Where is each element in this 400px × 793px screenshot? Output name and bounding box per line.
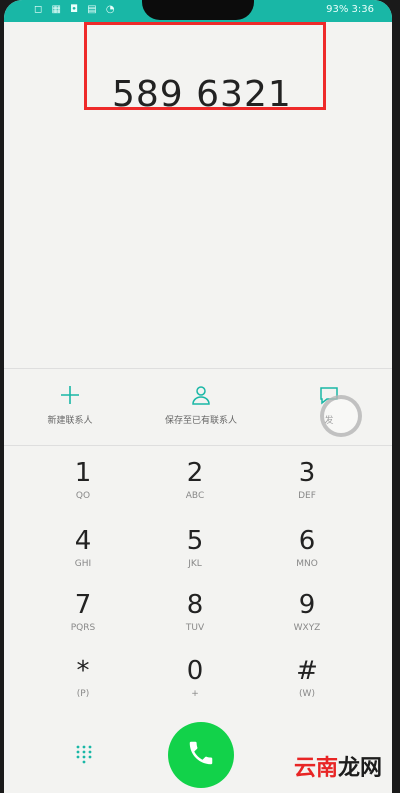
key-digit: 1: [74, 458, 92, 488]
dialpad-toggle-icon[interactable]: [74, 744, 94, 768]
key-3[interactable]: 3 DEF: [262, 444, 352, 504]
key-digit: 6: [298, 526, 316, 556]
key-1[interactable]: 1 QO: [38, 444, 128, 504]
key-letters: ABC: [185, 491, 205, 501]
key-star[interactable]: * (P): [38, 642, 128, 702]
key-letters: JKL: [188, 559, 202, 569]
key-digit: 9: [298, 590, 316, 620]
watermark-part2: 龙网: [337, 756, 382, 781]
key-letters: DEF: [298, 491, 316, 501]
new-contact-label: 新建联系人: [47, 416, 93, 426]
watermark: 云南龙网: [294, 750, 382, 782]
key-digit: 2: [186, 458, 204, 488]
touch-indicator: [320, 395, 362, 437]
key-8[interactable]: 8 TUV: [150, 576, 240, 636]
call-button[interactable]: [168, 722, 234, 788]
key-0[interactable]: 0 +: [150, 642, 240, 702]
key-9[interactable]: 9 WXYZ: [262, 576, 352, 636]
save-to-existing-contact-button[interactable]: 保存至已有联系人: [146, 369, 256, 445]
key-digit: 0: [186, 656, 204, 686]
new-contact-button[interactable]: 新建联系人: [30, 369, 110, 445]
key-6[interactable]: 6 MNO: [262, 512, 352, 572]
bottom-bar: 云南龙网: [4, 722, 392, 793]
key-digit: 8: [186, 590, 204, 620]
key-letters: (W): [299, 689, 315, 699]
key-digit: 3: [298, 458, 316, 488]
status-battery-time: 93% 3:36: [326, 4, 374, 15]
plus-icon: [30, 383, 110, 407]
key-7[interactable]: 7 PQRS: [38, 576, 128, 636]
key-letters: MNO: [296, 559, 318, 569]
key-letters: (P): [76, 689, 90, 699]
key-hash[interactable]: # (W): [262, 642, 352, 702]
watermark-part1: 云南: [293, 756, 338, 781]
person-icon: [146, 383, 256, 407]
highlight-box: [84, 22, 326, 110]
key-digit: 7: [74, 590, 92, 620]
key-4[interactable]: 4 GHI: [38, 512, 128, 572]
key-5[interactable]: 5 JKL: [150, 512, 240, 572]
key-digit: 5: [186, 526, 204, 556]
key-digit: 4: [74, 526, 92, 556]
key-2[interactable]: 2 ABC: [150, 444, 240, 504]
key-letters: PQRS: [70, 623, 96, 633]
status-icons: ◻ ▦ ◘ ▤ ◔: [34, 4, 118, 15]
key-letters: GHI: [74, 559, 92, 569]
phone-icon: [186, 738, 216, 772]
camera-notch: [142, 0, 254, 20]
key-letters: +: [191, 689, 199, 699]
key-letters: WXYZ: [293, 623, 321, 633]
key-letters: TUV: [185, 623, 205, 633]
key-letters: QO: [75, 491, 91, 501]
save-to-existing-label: 保存至已有联系人: [164, 416, 237, 426]
dialer-screen: ◻ ▦ ◘ ▤ ◔ 93% 3:36 5 8 9 6 3 2 1 新建联系人 保存至已有联…: [4, 0, 392, 793]
keypad: 1 QO 2 ABC 3 DEF 4 GHI 5 JKL 6 MNO 7 PQRS 8 TUV …: [4, 444, 392, 724]
key-digit: *: [76, 656, 90, 686]
key-digit: #: [296, 656, 318, 686]
